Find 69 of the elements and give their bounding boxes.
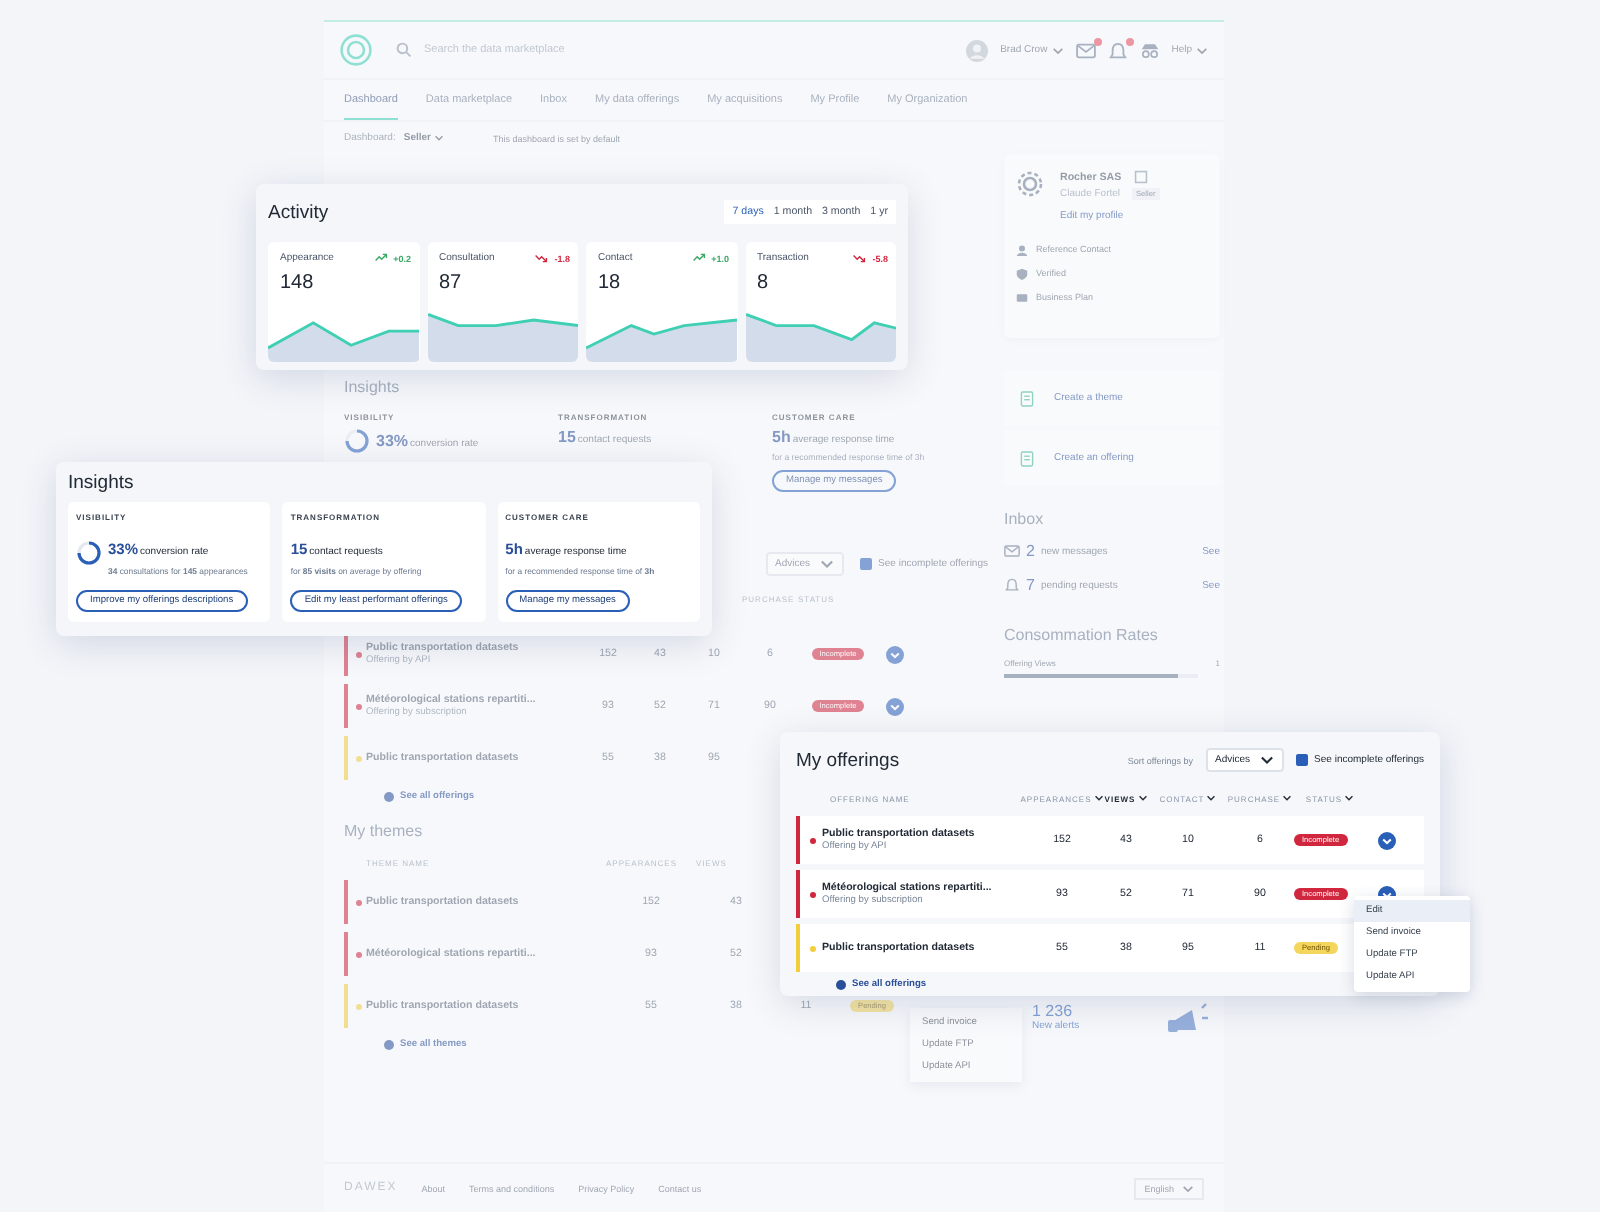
stat-value: 33% <box>376 432 409 450</box>
card-title: Insights <box>68 472 136 494</box>
stat-value: 15 <box>558 428 576 446</box>
metric-value: 8 <box>755 270 771 298</box>
caret-icon <box>1282 794 1293 802</box>
caret-icon <box>1260 754 1275 766</box>
caret-icon <box>1137 794 1148 802</box>
document-icon <box>1020 449 1034 467</box>
bell-icon <box>1107 41 1128 59</box>
notification-badge <box>1125 37 1134 45</box>
section-title: Consommation Rates <box>1004 626 1158 648</box>
avatar-icon <box>966 39 989 61</box>
document-icon <box>1020 389 1034 407</box>
caret-icon <box>434 134 445 142</box>
metric-value: 148 <box>278 270 316 298</box>
section-title: Inbox <box>1004 510 1044 532</box>
logo-icon <box>340 34 372 66</box>
status-dot <box>355 899 361 905</box>
section-title: Insights <box>344 378 400 400</box>
card-title: Activity <box>268 201 329 223</box>
section-title: My themes <box>344 822 423 844</box>
status-dot <box>355 703 361 709</box>
trend-up-icon <box>373 252 388 264</box>
caret-icon <box>1051 45 1064 55</box>
status-dot <box>809 891 815 897</box>
row-menu-button[interactable] <box>1377 831 1395 849</box>
trend-down-icon <box>852 252 867 264</box>
status-dot <box>809 837 815 843</box>
caret-icon <box>1182 1183 1194 1193</box>
search-icon <box>396 42 412 58</box>
bell-icon <box>1004 578 1020 592</box>
glasses-icon <box>1139 42 1160 58</box>
trend-down-icon <box>534 252 549 264</box>
checkbox[interactable] <box>1296 754 1309 766</box>
card-title: My offerings <box>796 749 900 771</box>
gear-icon <box>1016 170 1044 198</box>
caret-icon <box>820 558 835 570</box>
info-icon <box>836 980 846 990</box>
message-count: 7 <box>1026 576 1035 594</box>
status-dot <box>355 651 361 657</box>
chevron-icon <box>885 645 903 663</box>
person-icon <box>1016 243 1028 255</box>
mail-icon <box>1004 544 1020 558</box>
status-dot <box>355 951 361 957</box>
metric-value: 18 <box>596 270 623 298</box>
caret-icon <box>1206 794 1217 802</box>
status-dot <box>355 755 361 761</box>
notification-badge <box>1093 37 1102 45</box>
stat-value: 5h <box>772 428 791 446</box>
info-icon <box>384 1040 394 1050</box>
caret-icon <box>1344 794 1355 802</box>
metric-value: 87 <box>437 270 464 298</box>
chevron-icon <box>1377 831 1395 849</box>
mail-icon <box>1075 41 1096 59</box>
message-count: 2 <box>1026 542 1035 560</box>
progress-ring-icon <box>344 428 370 454</box>
checkbox[interactable] <box>860 558 873 570</box>
trend-up-icon <box>691 252 706 264</box>
shield-icon <box>1016 267 1028 279</box>
alert-count: 1 236 <box>1032 1002 1075 1020</box>
caret-icon <box>1093 794 1104 802</box>
chevron-icon <box>885 697 903 715</box>
caret-icon <box>1196 45 1208 55</box>
status-dot <box>809 945 815 951</box>
megaphone-icon <box>1168 1002 1208 1032</box>
status-dot <box>355 1003 361 1009</box>
card-icon <box>1016 291 1028 303</box>
info-icon <box>384 792 394 802</box>
progress-ring-icon <box>76 539 102 566</box>
